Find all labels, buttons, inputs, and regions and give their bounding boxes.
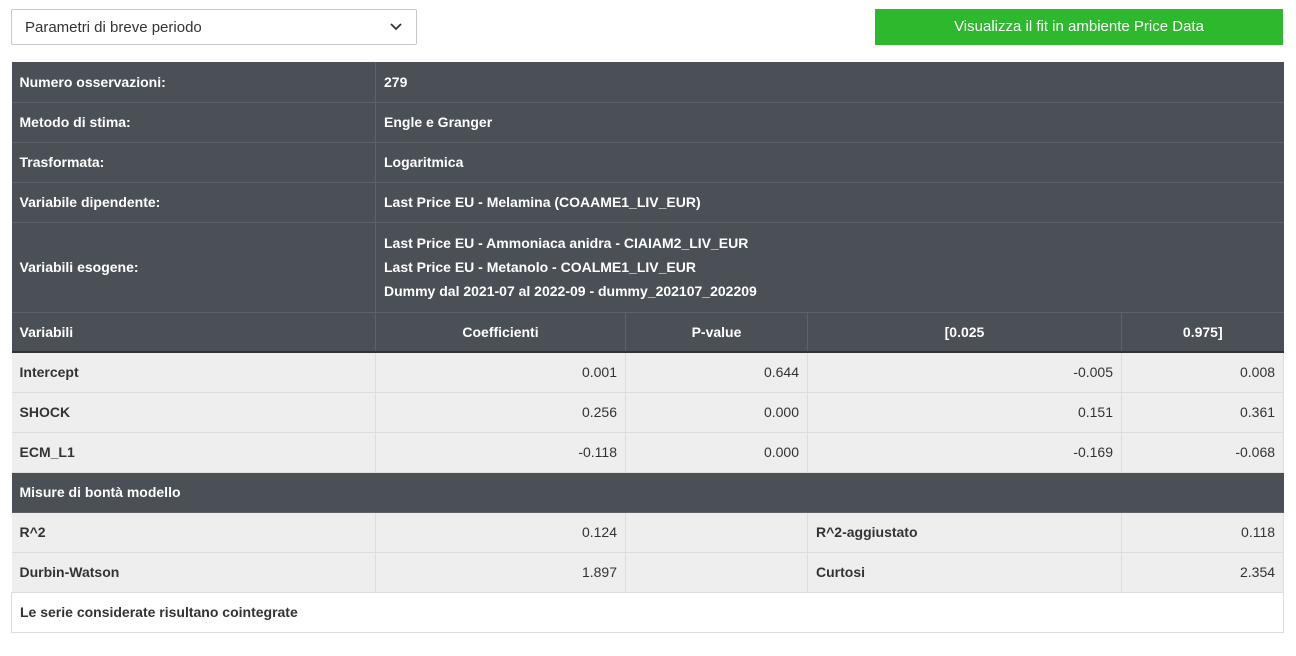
method-value: Engle e Granger — [375, 102, 1284, 143]
variable-name: ECM_L1 — [11, 432, 376, 473]
table-row: Intercept 0.001 0.644 -0.005 0.008 — [11, 352, 1285, 393]
col-header-variables: Variabili — [11, 312, 376, 353]
fit-metric-value: 0.124 — [375, 512, 626, 553]
p-value: 0.000 — [625, 392, 808, 433]
coefficient: 0.256 — [375, 392, 626, 433]
method-label: Metodo di stima: — [11, 102, 376, 143]
dependent-label: Variabile dipendente: — [11, 182, 376, 223]
table-row: SHOCK 0.256 0.000 0.151 0.361 — [11, 392, 1285, 433]
info-row-dependent: Variabile dipendente: Last Price EU - Me… — [11, 182, 1284, 223]
period-select[interactable]: Parametri di breve periodo — [11, 9, 417, 45]
ci-low: -0.005 — [807, 352, 1122, 393]
coef-header-row: Variabili Coefficienti P-value [0.025 0.… — [11, 312, 1284, 353]
info-row-n-obs: Numero osservazioni: 279 — [11, 62, 1284, 103]
transform-value: Logaritmica — [375, 142, 1284, 183]
exog-value: Last Price EU - Ammoniaca anidra - CIAIA… — [384, 235, 749, 251]
ci-low: -0.169 — [807, 432, 1122, 473]
fit-row: R^2 0.124 R^2-aggiustato 0.118 — [11, 512, 1285, 553]
coefficient: 0.001 — [375, 352, 626, 393]
coefficient: -0.118 — [375, 432, 626, 473]
fit-section-label: Misure di bontà modello — [11, 472, 1284, 513]
variable-name: Intercept — [11, 352, 376, 393]
conclusion-row: Le serie considerate risultano cointegra… — [10, 591, 1285, 633]
transform-label: Trasformata: — [11, 142, 376, 183]
col-header-coefficients: Coefficienti — [375, 312, 626, 353]
table-row: ECM_L1 -0.118 0.000 -0.169 -0.068 — [11, 432, 1285, 473]
exog-value: Dummy dal 2021-07 al 2022-09 - dummy_202… — [384, 283, 757, 299]
period-select-value: Parametri di breve periodo — [25, 19, 202, 36]
n-obs-label: Numero osservazioni: — [11, 62, 376, 103]
chevron-down-icon — [390, 23, 402, 31]
view-fit-button[interactable]: Visualizza il fit in ambiente Price Data — [875, 9, 1283, 45]
fit-metric-label: Curtosi — [807, 552, 1122, 593]
fit-row: Durbin-Watson 1.897 Curtosi 2.354 — [11, 552, 1285, 593]
ci-high: -0.068 — [1121, 432, 1285, 473]
ci-high: 0.361 — [1121, 392, 1285, 433]
p-value: 0.000 — [625, 432, 808, 473]
n-obs-value: 279 — [375, 62, 1284, 103]
col-header-ci-high: 0.975] — [1121, 312, 1284, 353]
exog-values: Last Price EU - Ammoniaca anidra - CIAIA… — [375, 222, 1284, 313]
fit-metric-label: R^2 — [11, 512, 376, 553]
fit-empty-cell — [625, 512, 808, 553]
fit-metric-value: 0.118 — [1121, 512, 1285, 553]
ci-high: 0.008 — [1121, 352, 1285, 393]
exog-value: Last Price EU - Metanolo - COALME1_LIV_E… — [384, 259, 696, 275]
dependent-value: Last Price EU - Melamina (COAAME1_LIV_EU… — [375, 182, 1284, 223]
fit-section-header: Misure di bontà modello — [11, 472, 1284, 513]
col-header-ci-low: [0.025 — [807, 312, 1122, 353]
info-row-transform: Trasformata: Logaritmica — [11, 142, 1284, 183]
conclusion-text: Le serie considerate risultano cointegra… — [10, 591, 1285, 633]
info-row-method: Metodo di stima: Engle e Granger — [11, 102, 1284, 143]
model-results-table: Numero osservazioni: 279 Metodo di stima… — [10, 62, 1285, 633]
fit-metric-label: R^2-aggiustato — [807, 512, 1122, 553]
p-value: 0.644 — [625, 352, 808, 393]
variable-name: SHOCK — [11, 392, 376, 433]
fit-empty-cell — [625, 552, 808, 593]
ci-low: 0.151 — [807, 392, 1122, 433]
fit-metric-value: 1.897 — [375, 552, 626, 593]
fit-metric-label: Durbin-Watson — [11, 552, 376, 593]
exog-label: Variabili esogene: — [11, 222, 376, 313]
fit-metric-value: 2.354 — [1121, 552, 1285, 593]
info-row-exog: Variabili esogene: Last Price EU - Ammon… — [11, 222, 1284, 313]
col-header-pvalue: P-value — [625, 312, 808, 353]
